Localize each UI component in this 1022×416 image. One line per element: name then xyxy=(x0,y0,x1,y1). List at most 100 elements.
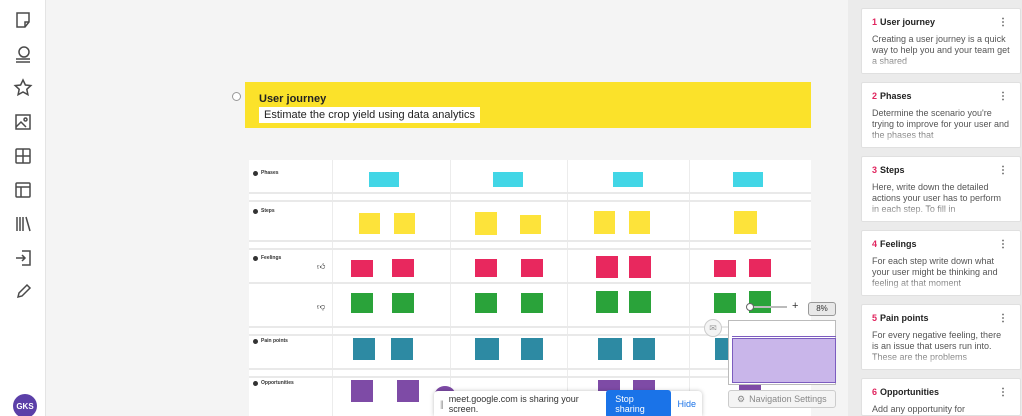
zoom-level[interactable]: 8% xyxy=(808,302,836,316)
sticky-note[interactable] xyxy=(353,338,375,360)
sticky-note[interactable] xyxy=(475,259,497,277)
more-options-icon[interactable]: ⋮ xyxy=(998,17,1008,28)
banner-handle[interactable] xyxy=(232,92,241,101)
sticky-note-icon[interactable] xyxy=(13,10,33,30)
guide-card-phases[interactable]: 2 Phases ⋮ Determine the scenario you're … xyxy=(861,82,1021,148)
sticky-note[interactable] xyxy=(397,380,419,402)
title-banner[interactable]: User journey Estimate the crop yield usi… xyxy=(245,82,811,128)
guide-card-opportunities[interactable]: 6 Opportunities ⋮ Add any opportunity for… xyxy=(861,378,1021,416)
card-number: 1 xyxy=(872,17,878,27)
sticky-note[interactable] xyxy=(369,172,399,187)
sticky-note[interactable] xyxy=(475,212,497,235)
row-divider xyxy=(249,192,811,194)
card-title-text: User journey xyxy=(880,17,936,27)
sticky-note[interactable] xyxy=(629,291,651,313)
share-message: meet.google.com is sharing your screen. xyxy=(448,393,579,414)
sticky-note[interactable] xyxy=(596,291,618,313)
sticky-note[interactable] xyxy=(520,215,541,234)
gear-icon: ⚙ xyxy=(737,393,746,404)
guide-card-feelings[interactable]: 4 Feelings ⋮ For each step write down wha… xyxy=(861,230,1021,296)
row-label-feelings: Feelings xyxy=(253,255,281,261)
more-options-icon[interactable]: ⋮ xyxy=(998,165,1008,176)
sticky-note[interactable] xyxy=(613,172,643,187)
guide-card-pain-points[interactable]: 5 Pain points ⋮ For every negative feelin… xyxy=(861,304,1021,370)
row-divider xyxy=(249,200,811,202)
zoom-in-button[interactable]: + xyxy=(792,300,798,312)
pen-icon[interactable] xyxy=(13,282,33,302)
sticky-note[interactable] xyxy=(734,211,757,234)
row-divider xyxy=(249,248,811,250)
sticky-note[interactable] xyxy=(394,213,415,234)
drag-handle-icon[interactable]: || xyxy=(440,399,444,409)
sticky-note[interactable] xyxy=(392,293,414,313)
card-number: 5 xyxy=(872,313,878,323)
sticky-note[interactable] xyxy=(475,293,497,313)
card-fade xyxy=(862,55,1020,73)
banner-title: User journey xyxy=(259,93,327,105)
guide-panel: 1 User journey ⋮ Creating a user journey … xyxy=(848,0,1022,416)
comment-icon[interactable] xyxy=(13,44,33,64)
sticky-note[interactable] xyxy=(359,213,380,234)
card-title: 5 Pain points xyxy=(872,313,1010,323)
sticky-note[interactable] xyxy=(594,211,615,234)
navigation-toggle-icon[interactable]: ✉ xyxy=(704,319,722,337)
minimap[interactable] xyxy=(728,320,836,385)
more-options-icon[interactable]: ⋮ xyxy=(998,387,1008,398)
sticky-note[interactable] xyxy=(629,211,650,234)
sticky-note[interactable] xyxy=(596,256,618,278)
table-icon[interactable] xyxy=(13,180,33,200)
banner-subtitle[interactable]: Estimate the crop yield using data analy… xyxy=(259,107,480,123)
sticky-note[interactable] xyxy=(714,293,736,313)
sticky-note[interactable] xyxy=(598,338,622,360)
more-options-icon[interactable]: ⋮ xyxy=(998,91,1008,102)
row-label-steps: Steps xyxy=(253,208,275,214)
sticky-note[interactable] xyxy=(521,293,543,313)
more-options-icon[interactable]: ⋮ xyxy=(998,239,1008,250)
card-title: 6 Opportunities xyxy=(872,387,1010,397)
screen-share-bar: || meet.google.com is sharing your scree… xyxy=(434,389,702,416)
sticky-note[interactable] xyxy=(633,338,655,360)
journey-board[interactable]: Phases Steps Feelings Pain points Opport… xyxy=(249,160,811,416)
zoom-slider-handle[interactable] xyxy=(746,303,754,311)
sticky-note[interactable] xyxy=(493,172,523,187)
minimap-viewport[interactable] xyxy=(732,338,836,383)
card-title-text: Steps xyxy=(880,165,905,175)
sticky-note[interactable] xyxy=(733,172,763,187)
image-icon[interactable] xyxy=(13,112,33,132)
more-options-icon[interactable]: ⋮ xyxy=(998,313,1008,324)
thumbs-up-icon: 👍︎ xyxy=(317,262,326,271)
sticky-note[interactable] xyxy=(629,256,651,278)
sticky-note[interactable] xyxy=(392,259,414,277)
whiteboard-canvas[interactable]: User journey Estimate the crop yield usi… xyxy=(46,0,848,416)
grid-icon[interactable] xyxy=(13,146,33,166)
star-icon[interactable] xyxy=(13,78,33,98)
sticky-note[interactable] xyxy=(521,338,543,360)
app-root: GKS User journey Estimate the crop yield… xyxy=(0,0,1022,416)
card-fade xyxy=(862,203,1020,221)
guide-card-user-journey[interactable]: 1 User journey ⋮ Creating a user journey … xyxy=(861,8,1021,74)
row-label-opportunities: Opportunities xyxy=(253,380,294,386)
row-divider xyxy=(249,240,811,242)
export-icon[interactable] xyxy=(13,248,33,268)
avatar[interactable]: GKS xyxy=(13,394,37,416)
navigation-settings-button[interactable]: ⚙ Navigation Settings xyxy=(728,390,836,408)
card-fade xyxy=(862,129,1020,147)
library-icon[interactable] xyxy=(13,214,33,234)
sticky-note[interactable] xyxy=(475,338,499,360)
row-divider xyxy=(249,282,811,284)
sticky-note[interactable] xyxy=(351,380,373,402)
stop-sharing-button[interactable]: Stop sharing xyxy=(606,389,672,416)
row-label-pain-points: Pain points xyxy=(253,338,288,344)
card-description: Add any opportunity for improvement xyxy=(872,404,966,414)
card-title-text: Feelings xyxy=(880,239,917,249)
sticky-note[interactable] xyxy=(351,293,373,313)
sticky-note[interactable] xyxy=(714,260,736,277)
sticky-note[interactable] xyxy=(351,260,373,277)
thumbs-down-icon: 👎︎ xyxy=(317,302,326,311)
sticky-note[interactable] xyxy=(749,259,771,277)
hide-button[interactable]: Hide xyxy=(677,399,696,409)
sticky-note[interactable] xyxy=(521,259,543,277)
sticky-note[interactable] xyxy=(391,338,413,360)
left-toolbar: GKS xyxy=(0,0,46,416)
guide-card-steps[interactable]: 3 Steps ⋮ Here, write down the detailed a… xyxy=(861,156,1021,222)
